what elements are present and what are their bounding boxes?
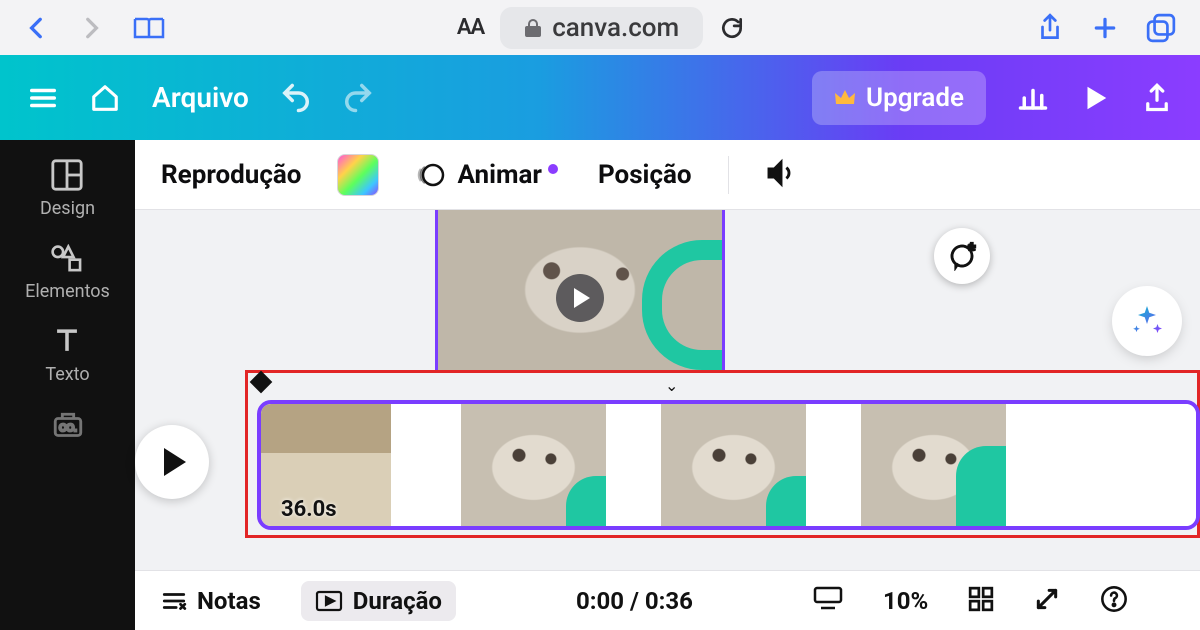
lock-icon (524, 18, 542, 38)
time-display: 0:00 / 0:36 (576, 587, 693, 615)
upgrade-button[interactable]: Upgrade (812, 71, 986, 125)
url-text: canva.com (552, 13, 679, 43)
sidebar-label: Design (40, 198, 95, 219)
volume-button[interactable] (765, 157, 797, 193)
animate-label: Animar (457, 160, 541, 190)
color-picker-button[interactable] (337, 154, 379, 196)
preview-play-icon[interactable] (1080, 83, 1110, 113)
tabs-icon[interactable] (1146, 13, 1176, 43)
animate-button[interactable]: Animar (415, 159, 561, 191)
menu-icon[interactable] (28, 83, 58, 113)
notes-label: Notas (197, 587, 261, 615)
position-button[interactable]: Posição (598, 160, 692, 190)
crown-icon (834, 88, 856, 108)
sidebar-item-brand[interactable]: CO. (51, 407, 85, 441)
help-button[interactable] (1100, 585, 1128, 617)
magic-button[interactable] (1116, 290, 1178, 352)
animate-icon (415, 159, 447, 191)
notes-icon (161, 589, 187, 613)
timeline[interactable]: ⌄ 36.0s (245, 370, 1200, 550)
comment-icon: + (947, 241, 977, 271)
bookmarks-icon[interactable] (132, 13, 166, 43)
timeline-thumbnail[interactable] (1006, 404, 1196, 526)
sidebar-label: Texto (45, 364, 89, 385)
file-menu[interactable]: Arquivo (152, 81, 249, 114)
url-field[interactable]: canva.com (500, 7, 703, 49)
timeline-play-button[interactable] (135, 425, 209, 499)
sidebar-item-text[interactable]: Texto (45, 324, 89, 385)
play-overlay-icon[interactable] (556, 274, 604, 322)
timeline-marker-icon[interactable] (250, 371, 273, 394)
timeline-thumbnail[interactable] (661, 404, 806, 526)
timeline-thumbnail[interactable] (391, 404, 461, 526)
share-icon[interactable] (1036, 13, 1064, 43)
upgrade-label: Upgrade (866, 83, 964, 113)
redo-icon[interactable] (343, 83, 373, 113)
video-preview-frame[interactable] (435, 210, 725, 370)
analytics-icon[interactable] (1018, 83, 1048, 113)
grid-view-button[interactable] (968, 586, 994, 616)
video-clip-track[interactable]: 36.0s (257, 400, 1200, 530)
comment-button[interactable]: + (934, 228, 990, 284)
canvas-area[interactable]: + ⌄ 36.0s (135, 210, 1200, 630)
back-icon[interactable] (24, 15, 50, 41)
reload-icon[interactable] (719, 15, 745, 41)
timeline-thumbnail[interactable] (461, 404, 606, 526)
browser-address-bar: AA canva.com (0, 0, 1200, 55)
sparkle-icon (1129, 303, 1165, 339)
notes-button[interactable]: Notas (161, 587, 261, 615)
bottom-status-bar: Notas Duração 0:00 / 0:36 10% (135, 570, 1200, 630)
duration-button[interactable]: Duração (301, 581, 456, 621)
timeline-thumbnail[interactable] (861, 404, 1006, 526)
text-icon (50, 324, 84, 358)
left-sidebar: Design Elementos Texto CO. (0, 140, 135, 630)
sidebar-item-design[interactable]: Design (40, 158, 95, 219)
forward-icon (78, 15, 104, 41)
brand-icon: CO. (51, 407, 85, 441)
expand-icon (1034, 586, 1060, 612)
sidebar-item-elements[interactable]: Elementos (25, 241, 110, 302)
svg-text:+: + (968, 241, 975, 255)
duration-label: Duração (353, 587, 442, 615)
shapes-icon (50, 241, 84, 275)
undo-icon[interactable] (281, 83, 311, 113)
grid-icon (968, 586, 994, 612)
home-icon[interactable] (90, 83, 120, 113)
divider (728, 156, 729, 194)
text-size-icon[interactable]: AA (457, 15, 484, 40)
duration-icon (315, 590, 343, 612)
new-tab-icon[interactable] (1092, 15, 1118, 41)
timeline-thumbnail[interactable] (806, 404, 861, 526)
timeline-thumbnail[interactable] (606, 404, 661, 526)
notification-dot (548, 164, 558, 174)
pages-view-button[interactable] (813, 586, 843, 616)
editor-main: Reprodução Animar Posição + (135, 140, 1200, 630)
canva-main-toolbar: Arquivo Upgrade (0, 55, 1200, 140)
playback-button[interactable]: Reprodução (161, 160, 301, 190)
pages-icon (813, 586, 843, 612)
fullscreen-button[interactable] (1034, 586, 1060, 616)
speaker-icon (765, 157, 797, 189)
sidebar-label: Elementos (25, 281, 110, 302)
zoom-level[interactable]: 10% (883, 587, 928, 615)
help-icon (1100, 585, 1128, 613)
export-icon[interactable] (1142, 83, 1172, 113)
layout-icon (50, 158, 84, 192)
chevron-down-icon[interactable]: ⌄ (665, 376, 678, 395)
clip-duration-label: 36.0s (281, 497, 337, 522)
svg-text:CO.: CO. (59, 423, 77, 434)
context-toolbar: Reprodução Animar Posição (135, 140, 1200, 210)
